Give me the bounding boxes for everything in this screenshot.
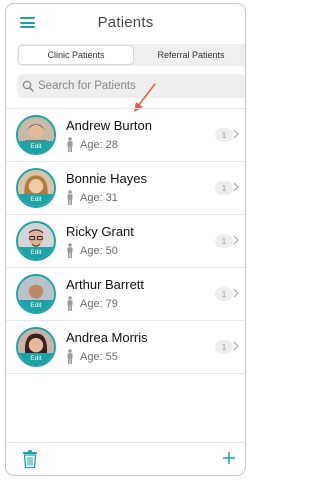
- app-frame: Patients Clinic Patients Referral Patien…: [5, 3, 246, 476]
- hamburger-menu-icon[interactable]: [20, 17, 35, 28]
- edit-avatar-button[interactable]: Edit: [18, 247, 54, 259]
- trash-icon[interactable]: [22, 450, 38, 468]
- chevron-right-icon[interactable]: [233, 235, 239, 245]
- count-badge: 1: [215, 340, 233, 354]
- list-item[interactable]: Edit Ricky Grant Age: 50 1: [6, 215, 245, 268]
- patient-age: Age: 79: [66, 296, 118, 311]
- person-icon: [67, 190, 73, 205]
- person-icon: [67, 137, 73, 152]
- avatar[interactable]: Edit: [16, 115, 56, 155]
- avatar[interactable]: Edit: [16, 327, 56, 367]
- count-badge: 1: [215, 234, 233, 248]
- person-icon: [67, 243, 73, 258]
- page-title: Patients: [97, 13, 154, 31]
- patient-age: Age: 50: [66, 243, 118, 258]
- avatar[interactable]: Edit: [16, 168, 56, 208]
- age-label: Age: 31: [80, 191, 118, 204]
- patient-name: Andrea Morris: [66, 330, 148, 345]
- avatar[interactable]: Edit: [16, 274, 56, 314]
- edit-avatar-button[interactable]: Edit: [18, 141, 54, 153]
- plus-icon[interactable]: [222, 451, 236, 465]
- edit-avatar-button[interactable]: Edit: [18, 194, 54, 206]
- patient-age: Age: 28: [66, 137, 118, 152]
- header: Patients: [6, 4, 245, 40]
- list-item[interactable]: Edit Andrew Burton Age: 28 1: [6, 109, 245, 162]
- patient-name: Bonnie Hayes: [66, 171, 147, 186]
- person-icon: [67, 349, 73, 364]
- list-item[interactable]: Edit Andrea Morris Age: 55 1: [6, 321, 245, 374]
- patient-name: Ricky Grant: [66, 224, 134, 239]
- age-label: Age: 50: [80, 244, 118, 257]
- edit-avatar-button[interactable]: Edit: [18, 300, 54, 312]
- patient-name: Andrew Burton: [66, 118, 152, 133]
- tab-clinic-patients[interactable]: Clinic Patients: [18, 45, 134, 65]
- patient-age: Age: 31: [66, 190, 118, 205]
- bottom-toolbar: [6, 442, 245, 475]
- person-icon: [67, 296, 73, 311]
- chevron-right-icon[interactable]: [233, 288, 239, 298]
- chevron-right-icon[interactable]: [233, 182, 239, 192]
- chevron-right-icon[interactable]: [233, 129, 239, 139]
- patient-name: Arthur Barrett: [66, 277, 145, 292]
- patient-type-tabs: Clinic Patients Referral Patients: [17, 44, 245, 66]
- edit-avatar-button[interactable]: Edit: [18, 353, 54, 365]
- count-badge: 1: [215, 181, 233, 195]
- avatar[interactable]: Edit: [16, 221, 56, 261]
- count-badge: 1: [215, 287, 233, 301]
- count-badge: 1: [215, 128, 233, 142]
- search-icon: [22, 80, 34, 92]
- age-label: Age: 28: [80, 138, 118, 151]
- tab-referral-patients[interactable]: Referral Patients: [134, 45, 245, 65]
- chevron-right-icon[interactable]: [233, 341, 239, 351]
- patient-age: Age: 55: [66, 349, 118, 364]
- age-label: Age: 55: [80, 350, 118, 363]
- list-item[interactable]: Edit Bonnie Hayes Age: 31 1: [6, 162, 245, 215]
- patient-list: Edit Andrew Burton Age: 28 1 Edit Bonnie…: [6, 108, 245, 374]
- list-item[interactable]: Edit Arthur Barrett Age: 79 1: [6, 268, 245, 321]
- age-label: Age: 79: [80, 297, 118, 310]
